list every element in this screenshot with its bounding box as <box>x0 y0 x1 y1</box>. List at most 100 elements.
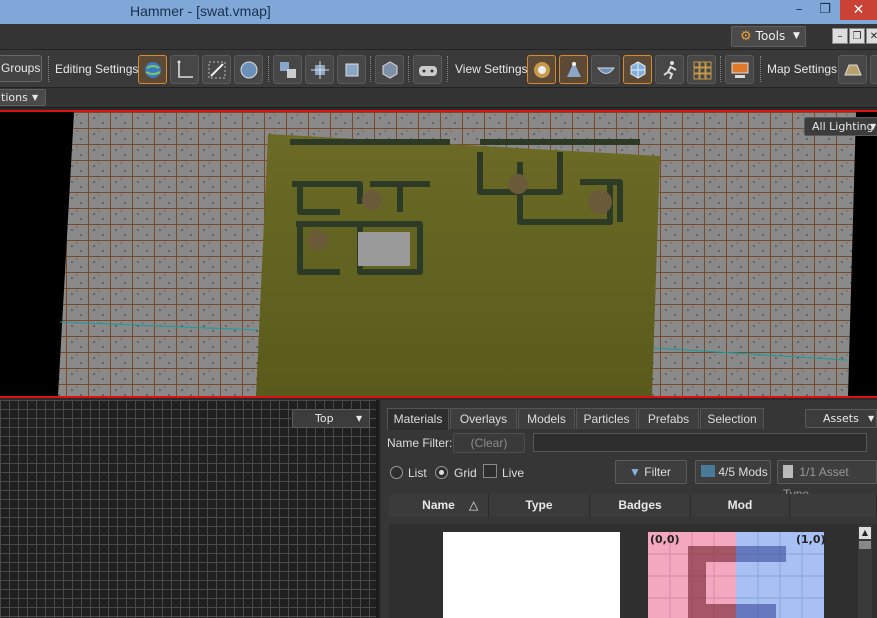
mods-button[interactable]: 4/5 Mods <box>695 460 771 484</box>
filter-button-label: Filter <box>644 465 671 479</box>
asset-grid[interactable]: (0,0) (1,0) <box>389 524 877 618</box>
align-button[interactable] <box>305 55 334 84</box>
mdi-minimize-icon[interactable]: – <box>832 28 848 44</box>
select-mode-button[interactable] <box>234 55 263 84</box>
uv-label-corner: (1,0) <box>796 533 826 546</box>
running-man-icon <box>663 61 677 80</box>
grid-cube-icon <box>630 61 646 79</box>
merge-button[interactable] <box>273 55 302 84</box>
scroll-up-icon[interactable]: ▲ <box>859 527 871 539</box>
name-filter-input[interactable] <box>533 433 867 452</box>
mods-button-label: 4/5 Mods <box>718 465 768 479</box>
list-view-radio[interactable] <box>390 466 403 479</box>
map-settings-label: Map Settings: <box>767 62 841 76</box>
axis-icon <box>177 60 193 78</box>
restore-icon[interactable]: ❐ <box>811 0 839 22</box>
tab-models[interactable]: Models <box>518 408 575 429</box>
map-icon <box>844 64 862 76</box>
lighting-button[interactable] <box>559 55 588 84</box>
editing-settings-label: Editing Settings: <box>55 62 142 76</box>
asset-type-button[interactable]: 1/1 Asset Type <box>777 460 877 501</box>
gamepad-icon <box>419 66 437 76</box>
snap-button[interactable] <box>202 55 231 84</box>
world-space-button[interactable] <box>138 55 167 84</box>
tab-overlays[interactable]: Overlays <box>450 408 517 429</box>
viewport-2d-top[interactable]: Top ▼ <box>0 400 379 618</box>
map-render <box>58 112 856 396</box>
toolbar-separator <box>760 56 761 82</box>
chevron-down-icon: ▼ <box>868 414 875 423</box>
tab-selection[interactable]: Selection <box>700 408 764 429</box>
options-dropdown[interactable]: tions ▼ <box>0 89 46 106</box>
tile-grid-button[interactable] <box>687 55 716 84</box>
tools-menu-button[interactable]: ⚙ Tools ▼ <box>731 26 806 47</box>
axis-button[interactable] <box>170 55 199 84</box>
player-view-button[interactable] <box>655 55 684 84</box>
list-view-label: List <box>408 466 427 480</box>
live-label: Live <box>502 466 525 480</box>
toolbar-separator <box>370 56 371 82</box>
close-icon[interactable]: ✕ <box>840 0 877 20</box>
mods-icon <box>701 465 715 477</box>
material-thumbnail[interactable] <box>443 532 620 618</box>
filter-button[interactable]: ▼ Filter <box>615 460 687 484</box>
bowl-icon <box>597 67 615 74</box>
cube-button[interactable] <box>375 55 404 84</box>
map-settings-button[interactable] <box>838 55 867 84</box>
toolbar-separator <box>48 56 49 82</box>
view-type-label: Top <box>315 412 334 425</box>
scroll-thumb[interactable] <box>859 541 871 549</box>
toolbar-separator <box>408 56 409 82</box>
live-checkbox[interactable] <box>483 464 497 478</box>
assets-dropdown[interactable]: Assets ▼ <box>805 409 877 428</box>
column-header-mod[interactable]: Mod <box>691 494 790 517</box>
grid-view-radio[interactable] <box>435 466 448 479</box>
options-dropdown-label: tions <box>1 91 28 104</box>
target-icon <box>534 62 550 78</box>
view-center-button[interactable] <box>527 55 556 84</box>
cube-icon <box>382 61 398 79</box>
minimize-icon[interactable]: – <box>785 0 813 22</box>
asset-browser: Materials Overlays Models Particles Pref… <box>381 400 877 618</box>
sphere-icon <box>240 61 258 79</box>
uv-label-origin: (0,0) <box>650 533 680 546</box>
viewport-3d[interactable]: All Lighting ▼ <box>0 110 877 398</box>
scale-button[interactable] <box>337 55 366 84</box>
mdi-close-icon[interactable]: ✕ <box>866 28 877 44</box>
column-header-type[interactable]: Type <box>489 494 590 517</box>
monitor-button[interactable] <box>725 55 754 84</box>
tab-particles[interactable]: Particles <box>576 408 637 429</box>
scale-icon <box>345 63 359 77</box>
wireframe-button[interactable] <box>591 55 620 84</box>
column-header-extra[interactable] <box>790 494 877 517</box>
lighting-mode-label: All Lighting <box>812 120 874 133</box>
toolbar-separator <box>447 56 448 82</box>
clear-filter-button[interactable]: (Clear) <box>453 433 525 453</box>
groups-button[interactable]: Groups <box>0 55 42 82</box>
asset-scrollbar[interactable]: ▲ <box>858 525 872 618</box>
lighting-mode-dropdown[interactable]: All Lighting ▼ <box>804 117 877 136</box>
globe-icon <box>145 62 161 78</box>
column-name-label: Name <box>422 498 455 512</box>
tab-prefabs[interactable]: Prefabs <box>638 408 699 429</box>
game-mode-button[interactable] <box>413 55 442 84</box>
ruler-icon <box>208 61 226 79</box>
name-filter-label: Name Filter: <box>387 436 453 450</box>
column-header-badges[interactable]: Badges <box>590 494 691 517</box>
grid-3d-button[interactable] <box>623 55 652 84</box>
align-icon <box>311 61 329 79</box>
merge-icon <box>280 62 296 78</box>
mdi-restore-icon[interactable]: ❐ <box>849 28 865 44</box>
chevron-down-icon: ▼ <box>32 93 39 102</box>
grid-view-label: Grid <box>454 466 477 480</box>
view-type-dropdown[interactable]: Top ▼ <box>292 409 370 428</box>
tab-materials[interactable]: Materials <box>387 408 449 430</box>
document-icon <box>783 465 793 478</box>
menu-bar: ⚙ Tools ▼ – ❐ ✕ <box>0 24 877 50</box>
map-settings-extra-button[interactable] <box>870 55 877 84</box>
tile-grid-icon <box>693 61 712 80</box>
window-title: Hammer - [swat.vmap] <box>130 3 271 19</box>
toolbar-separator <box>268 56 269 82</box>
main-toolbar: Groups Editing Settings: View Settings: <box>0 50 877 88</box>
column-header-name[interactable]: Name △ <box>389 494 489 517</box>
